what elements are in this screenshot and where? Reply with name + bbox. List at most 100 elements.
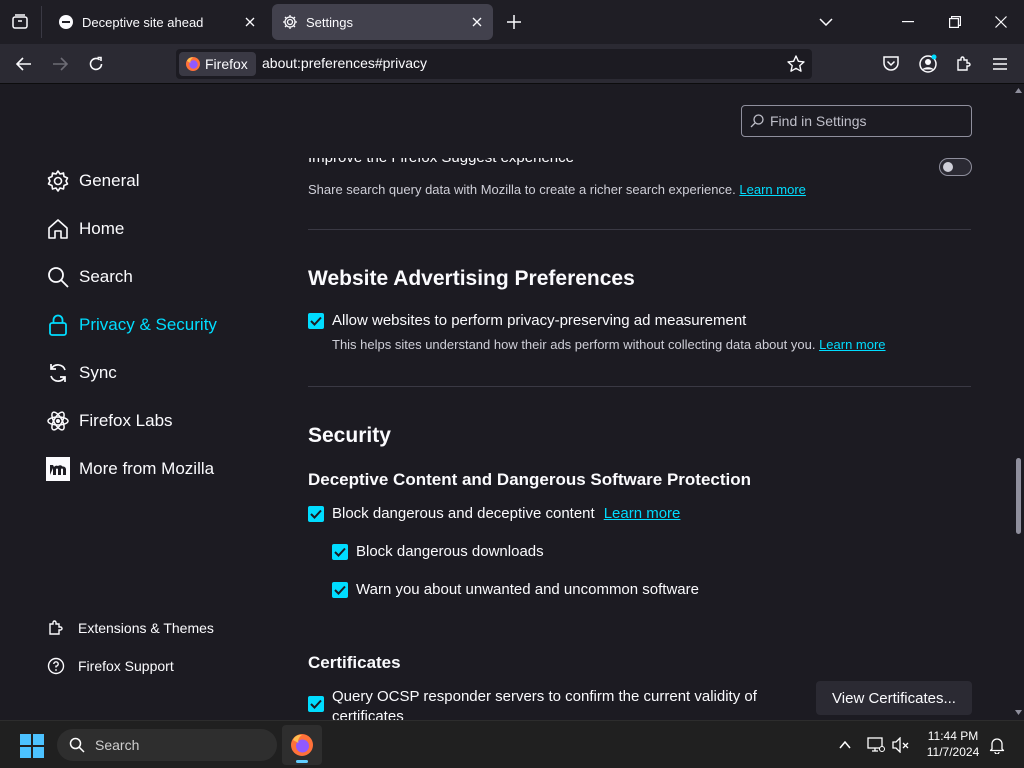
new-tab-button[interactable]: [503, 11, 525, 33]
suggest-title-text: Improve the Firefox Suggest experience: [308, 158, 574, 166]
checkbox-checked-icon[interactable]: [308, 696, 324, 712]
certificates-heading: Certificates: [308, 653, 401, 672]
category-label: Privacy & Security: [79, 315, 217, 334]
deceptive-content-subheading: Deceptive Content and Dangerous Software…: [308, 470, 752, 489]
scrollbar[interactable]: [1012, 85, 1024, 720]
minimize-button[interactable]: [894, 8, 922, 36]
warn-unwanted-checkbox[interactable]: Warn you about unwanted and uncommon sof…: [332, 581, 699, 598]
identity-box[interactable]: Firefox: [179, 52, 256, 76]
ad-measurement-checkbox[interactable]: Allow websites to perform privacy-preser…: [308, 312, 746, 329]
category-home[interactable]: Home: [46, 217, 124, 241]
start-button[interactable]: [20, 734, 44, 758]
suggest-toggle[interactable]: [939, 158, 972, 176]
block-downloads-checkbox[interactable]: Block dangerous downloads: [332, 543, 544, 560]
firefox-support-link[interactable]: Firefox Support: [46, 656, 174, 676]
app-menu-button[interactable]: [988, 52, 1012, 76]
ads-learn-more-link[interactable]: Learn more: [819, 337, 885, 352]
footer-link-label: Firefox Support: [78, 658, 174, 674]
active-app-indicator: [296, 760, 308, 763]
bell-icon: [989, 738, 1005, 754]
category-firefox-labs[interactable]: Firefox Labs: [46, 409, 173, 433]
list-all-tabs-button[interactable]: [815, 12, 837, 32]
security-learn-more-link[interactable]: Learn more: [604, 505, 681, 522]
ads-desc-text: This helps sites understand how their ad…: [332, 337, 816, 352]
star-icon[interactable]: [786, 54, 806, 74]
scroll-thumb[interactable]: [1016, 458, 1021, 534]
category-label: General: [79, 171, 140, 190]
checkbox-label: Block dangerous and deceptive content: [332, 505, 595, 522]
category-privacy-security[interactable]: Privacy & Security: [46, 313, 217, 337]
toggle-knob: [943, 162, 953, 172]
checkbox-checked-icon[interactable]: [332, 581, 348, 598]
mozilla-icon: [46, 457, 70, 481]
search-icon: [46, 265, 70, 289]
forward-button[interactable]: [46, 50, 74, 78]
tab-close-button[interactable]: [240, 12, 260, 32]
extensions-button[interactable]: [952, 52, 976, 76]
clock-time: 11:44 PM: [927, 729, 979, 743]
blocked-icon: [59, 15, 73, 29]
category-general[interactable]: General: [46, 169, 139, 193]
firefox-logo-icon: [291, 734, 313, 756]
category-more-from-mozilla[interactable]: More from Mozilla: [46, 457, 214, 481]
category-label: Home: [79, 219, 125, 238]
speaker-muted-icon: [892, 737, 909, 753]
ads-description: This helps sites understand how their ad…: [332, 337, 886, 352]
security-heading: Security: [308, 424, 391, 447]
suggest-desc-text: Share search query data with Mozilla to …: [308, 182, 736, 197]
firefox-view-button[interactable]: [8, 10, 32, 34]
url-text[interactable]: about:preferences#privacy: [262, 55, 427, 71]
close-window-button[interactable]: [987, 8, 1015, 36]
checkbox-label: Warn you about unwanted and uncommon sof…: [356, 581, 699, 598]
find-in-settings-input[interactable]: Find in Settings: [741, 105, 972, 137]
checkbox-checked-icon[interactable]: [308, 505, 324, 522]
pocket-button[interactable]: [879, 52, 903, 76]
checkbox-label: Query OCSP responder servers to confirm …: [332, 687, 757, 720]
suggest-learn-more-link[interactable]: Learn more: [739, 182, 805, 197]
labs-icon: [46, 409, 70, 433]
ads-heading: Website Advertising Preferences: [308, 267, 635, 290]
checkbox-checked-icon[interactable]: [332, 543, 348, 560]
restore-button[interactable]: [941, 8, 969, 36]
hamburger-icon: [993, 58, 1007, 70]
taskbar-search[interactable]: Search: [57, 729, 277, 761]
clock[interactable]: 11:44 PM 11/7/2024: [918, 728, 988, 760]
view-certificates-button[interactable]: View Certificates...: [816, 681, 972, 715]
reload-button[interactable]: [82, 50, 110, 78]
show-hidden-icons-button[interactable]: [835, 735, 855, 755]
lock-icon: [46, 313, 70, 337]
tab-close-button[interactable]: [467, 12, 487, 32]
category-search[interactable]: Search: [46, 265, 133, 289]
extensions-themes-link[interactable]: Extensions & Themes: [46, 618, 214, 638]
gear-icon: [46, 169, 70, 193]
volume-button[interactable]: [891, 735, 911, 755]
category-label: More from Mozilla: [79, 459, 215, 478]
settings-page: Find in Settings General Home Search Pri…: [0, 85, 1024, 720]
chevron-down-icon: [819, 18, 833, 26]
network-button[interactable]: [866, 735, 886, 755]
back-button[interactable]: [10, 50, 38, 78]
reload-icon: [89, 56, 103, 71]
category-label: Sync: [79, 363, 117, 382]
scroll-down-icon: [1015, 710, 1022, 715]
arrow-left-icon: [16, 57, 31, 71]
category-label: Search: [79, 267, 133, 286]
pocket-icon: [883, 56, 899, 71]
taskbar-firefox[interactable]: [282, 725, 322, 765]
block-deceptive-checkbox[interactable]: Block dangerous and deceptive content Le…: [308, 505, 680, 522]
chevron-up-icon: [839, 741, 851, 749]
account-icon: [919, 54, 937, 73]
home-icon: [46, 217, 70, 241]
divider: [308, 229, 971, 230]
ocsp-label-line1: Query OCSP responder servers to confirm …: [332, 688, 757, 705]
url-bar[interactable]: Firefox about:preferences#privacy: [176, 49, 812, 79]
tab-settings[interactable]: Settings: [272, 4, 493, 40]
checkbox-checked-icon[interactable]: [308, 312, 324, 329]
category-sync[interactable]: Sync: [46, 361, 117, 385]
arrow-right-icon: [53, 57, 68, 71]
close-icon: [245, 17, 255, 27]
tab-deceptive-site[interactable]: Deceptive site ahead: [48, 4, 266, 40]
notifications-button[interactable]: [987, 735, 1007, 755]
account-button[interactable]: [916, 52, 940, 76]
ocsp-checkbox[interactable]: Query OCSP responder servers to confirm …: [308, 687, 757, 720]
